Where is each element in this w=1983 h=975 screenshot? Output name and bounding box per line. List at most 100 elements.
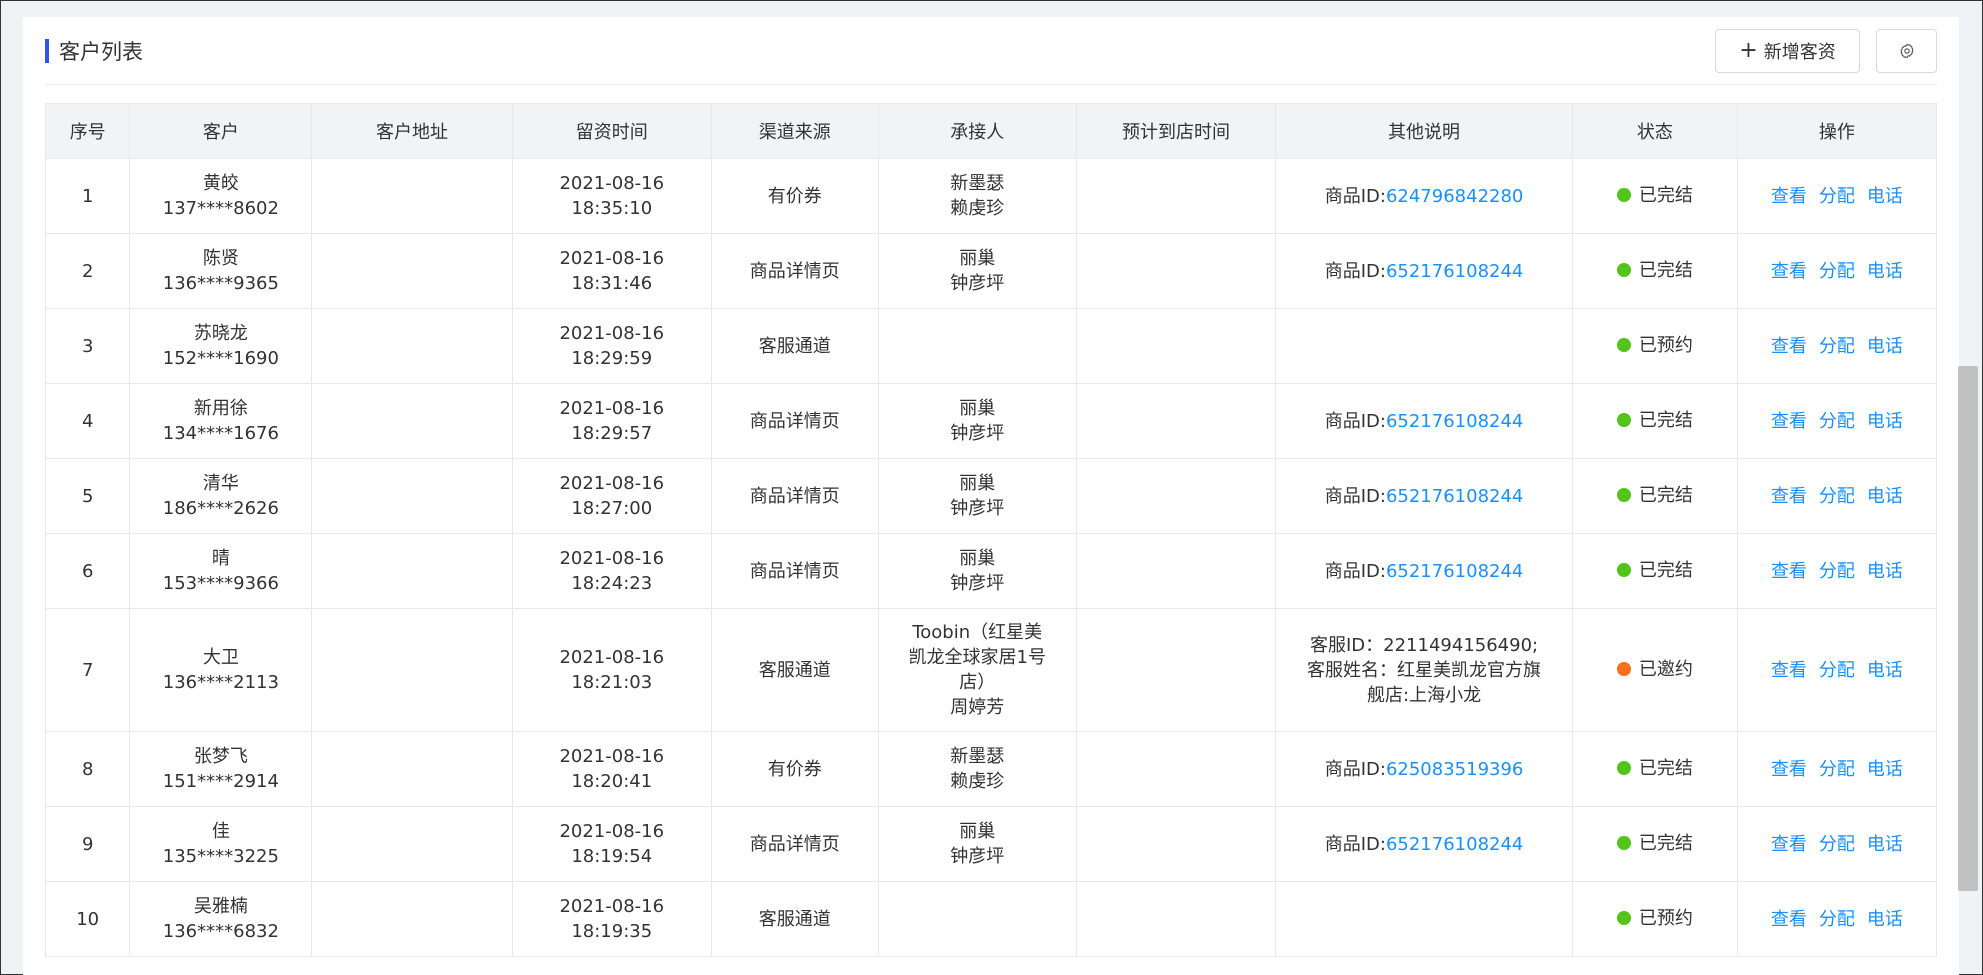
view-link[interactable]: 查看 — [1771, 757, 1807, 782]
assign-link[interactable]: 分配 — [1819, 559, 1855, 584]
handler-line: 店） — [959, 672, 996, 693]
submit-date: 2021-08-16 — [559, 323, 665, 344]
cell-actions: 查看 分配 电话 — [1736, 308, 1938, 384]
cell-channel: 商品详情页 — [710, 806, 879, 882]
cell-actions: 查看 分配 电话 — [1736, 158, 1938, 234]
status-text: 已完结 — [1638, 757, 1693, 779]
handler-line: 钟彦坪 — [950, 498, 1005, 519]
customer-phone: 152****1690 — [162, 348, 279, 369]
row-actions: 查看 分配 电话 — [1771, 832, 1903, 857]
product-id-link[interactable]: 624796842280 — [1386, 186, 1523, 207]
assign-link[interactable]: 分配 — [1819, 259, 1855, 284]
table-row: 9 佳 135****3225 2021-08-16 18:19:54 商品详情页 丽巢 钟彦… — [44, 806, 1938, 882]
status-text: 已完结 — [1638, 559, 1693, 581]
view-link[interactable]: 查看 — [1771, 907, 1807, 932]
cell-status: 已完结 — [1571, 533, 1738, 609]
cell-status: 已完结 — [1571, 806, 1738, 882]
phone-link[interactable]: 电话 — [1867, 334, 1903, 359]
cell-note — [1275, 881, 1573, 957]
settings-button[interactable] — [1876, 28, 1937, 73]
phone-link[interactable]: 电话 — [1867, 259, 1903, 284]
status-dot — [1616, 836, 1631, 851]
assign-link[interactable]: 分配 — [1819, 334, 1855, 359]
add-customer-button[interactable]: + 新增客资 — [1715, 28, 1860, 73]
status-badge: 已预约 — [1616, 906, 1693, 931]
view-link[interactable]: 查看 — [1771, 832, 1807, 857]
cell-channel: 客服通道 — [710, 308, 879, 384]
view-link[interactable]: 查看 — [1771, 409, 1807, 434]
cell-status: 已预约 — [1571, 881, 1738, 957]
note-line: 客服姓名：红星美凯龙官方旗 — [1307, 659, 1542, 681]
page-title: 客户列表 — [45, 36, 143, 66]
status-badge: 已预约 — [1616, 333, 1693, 358]
phone-link[interactable]: 电话 — [1867, 757, 1903, 782]
table-body: 1 黄皎 137****8602 2021-08-16 18:35:10 有价券 新墨瑟 赖虔… — [44, 158, 1938, 957]
submit-date: 2021-08-16 — [559, 821, 665, 842]
phone-link[interactable]: 电话 — [1867, 409, 1903, 434]
product-id-link[interactable]: 652176108244 — [1386, 261, 1523, 282]
submit-clock: 18:19:35 — [571, 921, 653, 942]
assign-link[interactable]: 分配 — [1819, 409, 1855, 434]
cell-eta — [1075, 458, 1277, 534]
note-prefix: 商品ID: — [1324, 833, 1386, 855]
status-text: 已预约 — [1638, 334, 1693, 356]
cell-customer: 大卫 136****2113 — [129, 608, 313, 732]
assign-link[interactable]: 分配 — [1819, 757, 1855, 782]
row-actions: 查看 分配 电话 — [1771, 334, 1903, 359]
phone-link[interactable]: 电话 — [1867, 559, 1903, 584]
assign-link[interactable]: 分配 — [1819, 658, 1855, 683]
status-dot — [1616, 413, 1631, 428]
table-row: 2 陈贤 136****9365 2021-08-16 18:31:46 商品详情页 丽巢钟… — [44, 233, 1938, 309]
phone-link[interactable]: 电话 — [1867, 484, 1903, 509]
customer-name: 新用徐 — [193, 398, 248, 419]
cell-status: 已完结 — [1571, 458, 1738, 534]
product-id-link[interactable]: 625083519396 — [1386, 759, 1523, 780]
view-link[interactable]: 查看 — [1771, 184, 1807, 209]
assign-link[interactable]: 分配 — [1819, 184, 1855, 209]
cell-handler: 丽巢 钟彦坪 — [877, 806, 1077, 882]
cell-index: 10 — [44, 881, 131, 957]
cell-note: 商品ID:625083519396 — [1275, 731, 1573, 807]
status-badge: 已邀约 — [1616, 657, 1693, 682]
view-link[interactable]: 查看 — [1771, 484, 1807, 509]
view-link[interactable]: 查看 — [1771, 559, 1807, 584]
assign-link[interactable]: 分配 — [1819, 484, 1855, 509]
assign-link[interactable]: 分配 — [1819, 832, 1855, 857]
customer-name: 黄皎 — [202, 173, 239, 194]
phone-link[interactable]: 电话 — [1867, 907, 1903, 932]
vertical-scrollbar[interactable] — [1958, 366, 1978, 891]
customer-name: 吴雅楠 — [193, 896, 248, 917]
status-text: 已完结 — [1638, 184, 1693, 206]
phone-link[interactable]: 电话 — [1867, 832, 1903, 857]
assign-link[interactable]: 分配 — [1819, 907, 1855, 932]
cell-address — [311, 806, 513, 882]
customer-phone: 151****2914 — [162, 771, 279, 792]
cell-index: 8 — [44, 731, 131, 807]
status-badge: 已完结 — [1616, 408, 1693, 433]
cell-actions: 查看 分配 电话 — [1736, 731, 1938, 807]
view-link[interactable]: 查看 — [1771, 334, 1807, 359]
submit-date: 2021-08-16 — [559, 398, 665, 419]
cell-channel: 商品详情页 — [710, 233, 879, 309]
phone-link[interactable]: 电话 — [1867, 184, 1903, 209]
status-text: 已预约 — [1638, 907, 1693, 929]
cell-status: 已预约 — [1571, 308, 1738, 384]
cell-channel: 有价券 — [710, 731, 879, 807]
product-id-link[interactable]: 652176108244 — [1386, 486, 1523, 507]
product-id-link[interactable]: 652176108244 — [1386, 411, 1523, 432]
cell-channel: 商品详情页 — [710, 383, 879, 459]
customer-name: 佳 — [211, 821, 230, 842]
cell-handler: 丽巢 钟彦坪 — [877, 458, 1077, 534]
cell-note: 商品ID:652176108244 — [1275, 806, 1573, 882]
product-id-link[interactable]: 652176108244 — [1386, 561, 1523, 582]
cell-index: 9 — [44, 806, 131, 882]
product-id-link[interactable]: 652176108244 — [1386, 834, 1523, 855]
table-row: 7 大卫 136****2113 2021-08-16 18:21:03 客服通道 Toob… — [44, 608, 1938, 732]
phone-link[interactable]: 电话 — [1867, 658, 1903, 683]
view-link[interactable]: 查看 — [1771, 658, 1807, 683]
note-prefix: 商品ID: — [1324, 560, 1386, 582]
customer-name: 苏晓龙 — [193, 323, 248, 344]
view-link[interactable]: 查看 — [1771, 259, 1807, 284]
cell-eta — [1075, 533, 1277, 609]
submit-clock: 18:29:57 — [571, 423, 653, 444]
